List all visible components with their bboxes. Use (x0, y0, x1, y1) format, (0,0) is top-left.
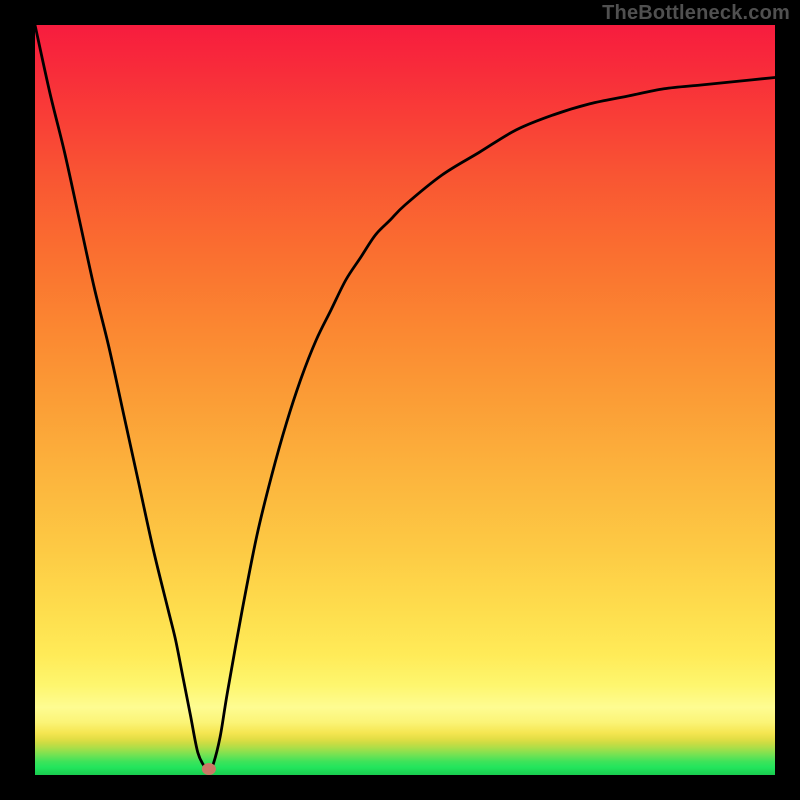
bottleneck-chart (0, 0, 800, 800)
watermark-text: TheBottleneck.com (602, 2, 790, 25)
chart-frame: TheBottleneck.com (0, 0, 800, 800)
plot-background (35, 25, 775, 775)
optimum-marker (202, 763, 216, 775)
